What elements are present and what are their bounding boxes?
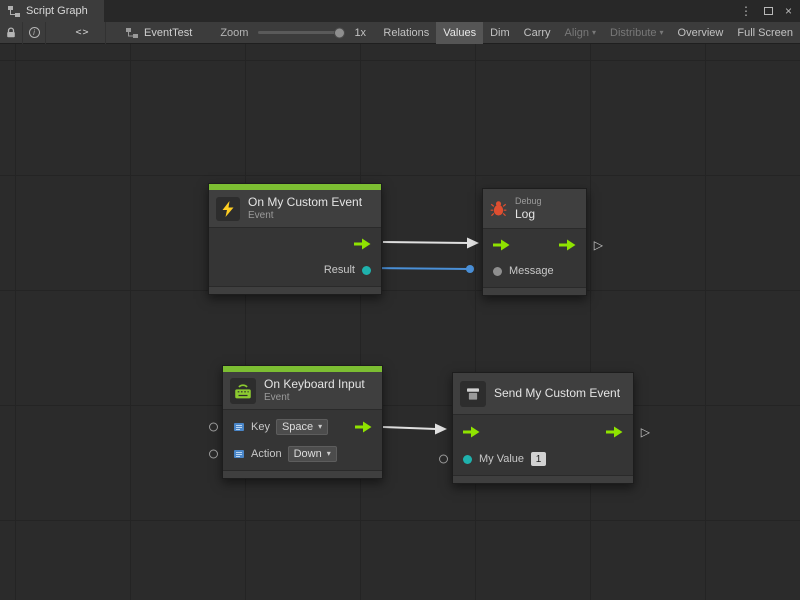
- flow-continue-indicator: ▷: [594, 239, 603, 251]
- flow-input-port[interactable]: [463, 426, 480, 438]
- flow-output-port[interactable]: [354, 238, 371, 250]
- node-send-my-custom-event[interactable]: Send My Custom Event ▷ My Value 1: [452, 372, 634, 484]
- node-on-my-custom-event[interactable]: On My Custom Event Event Result: [208, 183, 382, 295]
- node-subtitle: Event: [264, 392, 365, 404]
- key-dropdown[interactable]: Space ▾: [276, 419, 328, 435]
- node-on-keyboard-input[interactable]: On Keyboard Input Event Key Space ▾: [222, 365, 383, 479]
- node-footer: [209, 286, 381, 294]
- keyboard-icon: [230, 378, 256, 404]
- dim-button[interactable]: Dim: [483, 22, 517, 44]
- action-dropdown[interactable]: Down ▾: [288, 446, 337, 462]
- tab-bar: Script Graph ⋮ ×: [0, 0, 800, 22]
- overview-button[interactable]: Overview: [671, 22, 731, 44]
- script-graph-icon: [126, 28, 138, 38]
- port-label-result: Result: [324, 264, 355, 276]
- caret-down-icon: ▾: [327, 449, 331, 458]
- node-footer: [483, 287, 586, 295]
- node-subtitle: Event: [248, 210, 362, 222]
- caret-down-icon: ▾: [660, 28, 664, 37]
- value-input-port-message[interactable]: [493, 267, 502, 276]
- close-icon[interactable]: ×: [785, 5, 792, 17]
- zoom-label: Zoom: [220, 27, 248, 39]
- align-dropdown[interactable]: Align ▾: [558, 22, 603, 44]
- port-label-message: Message: [509, 265, 554, 277]
- key-dropdown-value: Space: [282, 421, 313, 433]
- value-output-port-result[interactable]: [362, 266, 371, 275]
- tab-title: Script Graph: [26, 5, 88, 17]
- node-title: On Keyboard Input: [264, 377, 365, 391]
- align-label: Align: [565, 27, 589, 39]
- graph-icon: [8, 6, 20, 17]
- full-screen-button[interactable]: Full Screen: [730, 22, 800, 44]
- flow-input-port[interactable]: [493, 239, 510, 251]
- node-category: Debug: [515, 196, 542, 207]
- toolbar-toggles: Relations Values Dim Carry Align ▾ Distr…: [376, 22, 800, 44]
- relations-button[interactable]: Relations: [376, 22, 436, 44]
- node-footer: [453, 475, 633, 483]
- port-label-action: Action: [251, 448, 282, 460]
- flow-output-port[interactable]: [559, 239, 576, 251]
- breadcrumb[interactable]: EventTest: [126, 27, 192, 39]
- info-button[interactable]: i: [23, 22, 46, 44]
- bug-icon: [490, 200, 507, 217]
- graph-toolbar: i <> EventTest Zoom 1x Relations Values …: [0, 22, 800, 44]
- window-controls: ⋮ ×: [740, 0, 792, 22]
- connections-layer: [0, 44, 800, 600]
- node-title: On My Custom Event: [248, 195, 362, 209]
- caret-down-icon: ▾: [592, 28, 596, 37]
- node-debug-log[interactable]: Debug Log ▷ Message: [482, 188, 587, 296]
- zoom-value: 1x: [354, 27, 366, 39]
- tab-script-graph[interactable]: Script Graph: [0, 0, 104, 22]
- enum-icon: [233, 448, 245, 460]
- node-title: Send My Custom Event: [494, 386, 620, 400]
- distribute-dropdown[interactable]: Distribute ▾: [603, 22, 670, 44]
- flow-continue-indicator: ▷: [641, 426, 650, 438]
- info-icon: i: [29, 27, 40, 38]
- value-input-port-myvalue[interactable]: [463, 455, 472, 464]
- menu-icon[interactable]: ⋮: [740, 5, 752, 17]
- connection-flow-customevent-to-log[interactable]: [383, 238, 479, 249]
- script-graph-window: Script Graph ⋮ × i <> EventTest Zoom 1x …: [0, 0, 800, 600]
- port-label-my-value: My Value: [479, 453, 524, 465]
- zoom-slider[interactable]: [258, 31, 344, 34]
- values-button[interactable]: Values: [436, 22, 483, 44]
- breadcrumb-graph-name: EventTest: [144, 27, 192, 39]
- graph-canvas[interactable]: On My Custom Event Event Result: [0, 44, 800, 600]
- node-title: Log: [515, 207, 542, 221]
- node-footer: [223, 470, 382, 478]
- value-input-port-action-outside[interactable]: [209, 449, 218, 458]
- value-input-port-key-outside[interactable]: [209, 422, 218, 431]
- lightning-icon: [216, 197, 240, 221]
- action-dropdown-value: Down: [294, 448, 322, 460]
- enum-icon: [233, 421, 245, 433]
- value-input-port-myvalue-outside[interactable]: [439, 455, 448, 464]
- lock-icon: [6, 27, 16, 38]
- code-icon: <>: [75, 27, 89, 38]
- maximize-icon[interactable]: [764, 7, 773, 15]
- caret-down-icon: ▾: [318, 422, 322, 431]
- carry-button[interactable]: Carry: [517, 22, 558, 44]
- distribute-label: Distribute: [610, 27, 656, 39]
- code-view-button[interactable]: <>: [60, 22, 106, 44]
- flow-output-port[interactable]: [606, 426, 623, 438]
- port-label-key: Key: [251, 421, 270, 433]
- lock-button[interactable]: [0, 22, 23, 44]
- zoom-slider-knob[interactable]: [334, 27, 345, 38]
- flow-output-port[interactable]: [355, 421, 372, 433]
- custom-event-icon: [460, 381, 486, 407]
- connection-flow-keyboard-to-send[interactable]: [383, 424, 447, 435]
- my-value-input[interactable]: 1: [531, 452, 546, 466]
